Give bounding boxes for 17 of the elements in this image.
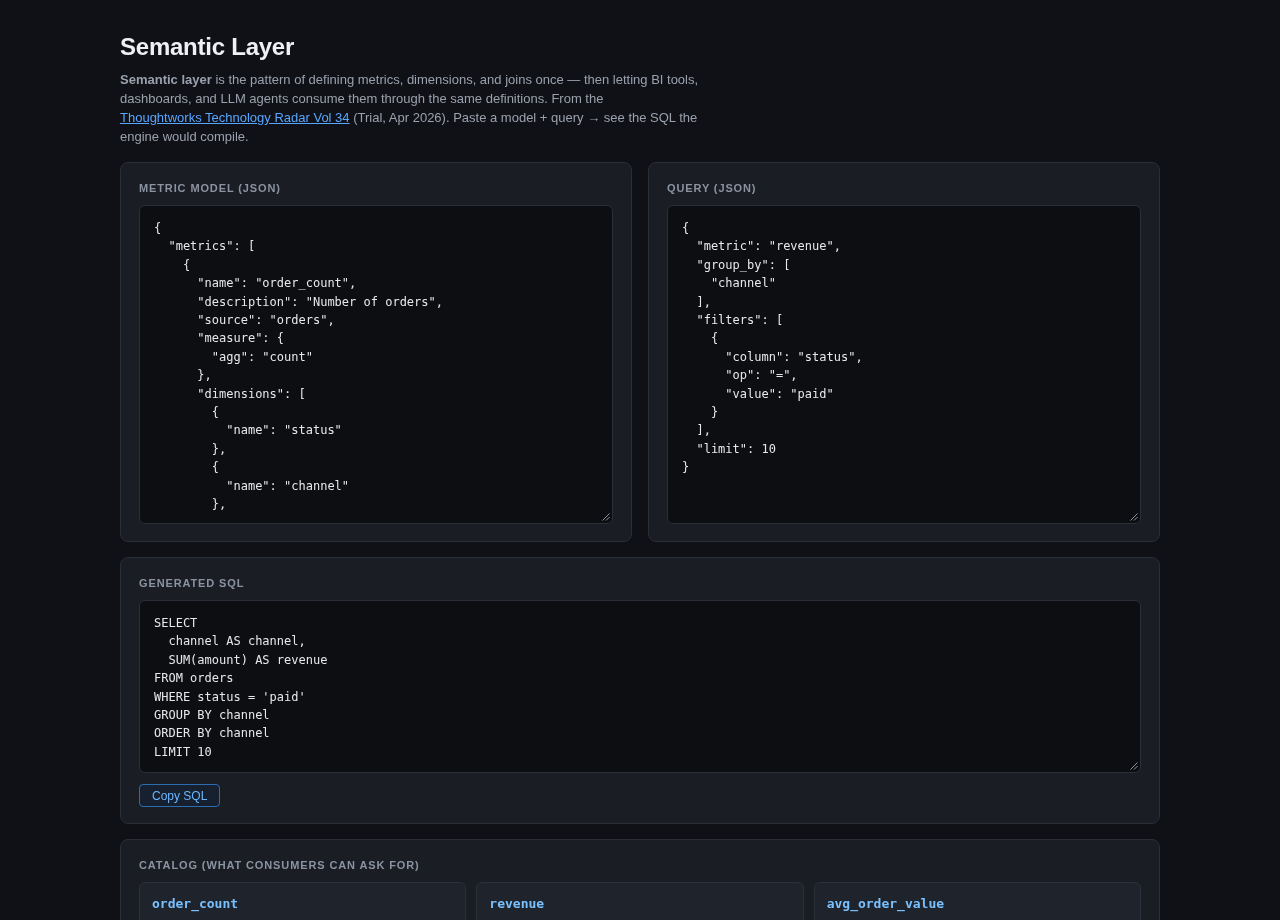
panel-label: GENERATED SQL — [139, 576, 246, 590]
metric-name: revenue — [489, 895, 546, 913]
metric-name: avg_order_value — [826, 895, 946, 913]
page-title: Semantic Layer — [120, 32, 296, 62]
resize-grip-icon[interactable] — [1130, 513, 1138, 521]
resize-grip-icon[interactable] — [1130, 762, 1138, 770]
json-editor[interactable]: { "metrics": [ { "name": "order_count", "description": "Number of orders", "source": "orders", "measure": { "agg": "count" }, "dimensions": [ { "name": "status" }, { "name": "channel" }, — [139, 205, 613, 524]
metric-name: order_count — [152, 895, 240, 913]
json-editor[interactable]: { "metric": "revenue", "group_by": [ "channel" ], "filters": [ { "column": "status", "op": "=", "value": "paid" } ], "limit": 10 } — [667, 205, 1141, 524]
sql-output[interactable]: SELECT channel AS channel, SUM(amount) AS revenue FROM orders WHERE status = 'paid' GROUP BY channel ORDER BY channel LIMIT 10 — [139, 600, 1141, 773]
panel-label: QUERY (JSON) — [667, 181, 758, 195]
radar-link[interactable]: Thoughtworks Technology Radar Vol 34 — [120, 110, 350, 125]
panel-label: METRIC MODEL (JSON) — [139, 181, 282, 195]
intro-paragraph: Semantic layer is the pattern of defining metrics, dimensions, and joins once — then letting BI tools, dashboards, and LLM agents consume them through the same definitions. From the Thoughtworks Technology Radar Vol 34 (Trial, Apr 2026). Paste a model + query → see the SQL the engine would compile. — [120, 71, 700, 146]
resize-grip-icon[interactable] — [602, 513, 610, 521]
panel-label: CATALOG (WHAT CONSUMERS CAN ASK FOR) — [139, 858, 421, 872]
copy-sql-button[interactable]: Copy SQL — [139, 784, 221, 807]
